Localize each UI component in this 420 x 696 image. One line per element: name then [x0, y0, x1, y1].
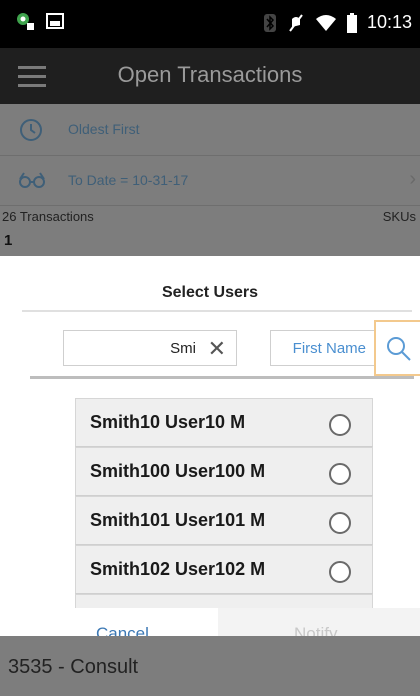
- clear-icon[interactable]: ✕: [208, 336, 226, 362]
- list-item[interactable]: Smith10 User10 M: [75, 398, 373, 447]
- app-notification-icon: [17, 13, 34, 30]
- radio-button[interactable]: [329, 414, 351, 436]
- radio-button[interactable]: [329, 512, 351, 534]
- clock-history-icon: [20, 119, 42, 141]
- sort-row[interactable]: Oldest First: [0, 104, 420, 156]
- chevron-right-icon: ›: [409, 168, 416, 190]
- search-input[interactable]: Smi ✕: [63, 330, 237, 366]
- sort-label: Oldest First: [68, 121, 140, 137]
- date-filter-label: To Date = 10-31-17: [68, 172, 189, 188]
- bluetooth-icon: [263, 13, 276, 32]
- transaction-count-row: 26 Transactions SKUs: [0, 206, 420, 228]
- status-bar: 10:13: [0, 0, 420, 48]
- list-item[interactable]: 1: [0, 228, 420, 256]
- battery-icon: [346, 12, 357, 33]
- date-filter-row[interactable]: To Date = 10-31-17 ›: [0, 156, 420, 206]
- user-name: Smith100 User100 M: [90, 461, 266, 481]
- skus-header: SKUs: [382, 209, 416, 224]
- divider: [30, 376, 414, 379]
- user-list[interactable]: Smith10 User10 M Smith100 User100 M Smit…: [75, 398, 373, 636]
- user-name: Smith102 User102 M: [90, 559, 266, 579]
- clock: 10:13: [366, 12, 412, 32]
- list-item[interactable]: Smith100 User100 M: [75, 447, 373, 496]
- app-bar: Open Transactions: [0, 48, 420, 104]
- list-item[interactable]: Smith101 User101 M: [75, 496, 373, 545]
- divider: [22, 310, 412, 312]
- mute-icon: [289, 13, 303, 32]
- list-item[interactable]: 3535 - Consult: [0, 636, 420, 696]
- image-icon: [46, 13, 64, 29]
- search-button[interactable]: [374, 320, 420, 376]
- select-users-dialog: Select Users Smi ✕ First Name Smith10 Us…: [0, 262, 420, 636]
- user-name: Smith101 User101 M: [90, 510, 266, 530]
- list-item-number: 1: [4, 232, 13, 249]
- search-icon: [387, 337, 411, 361]
- user-name: Smith10 User10 M: [90, 412, 246, 432]
- wifi-icon: [315, 14, 336, 31]
- search-field-label: First Name: [292, 340, 366, 357]
- radio-button[interactable]: [329, 463, 351, 485]
- glasses-icon: [19, 172, 45, 188]
- radio-button[interactable]: [329, 561, 351, 583]
- list-item-text: 3535 - Consult: [8, 656, 139, 678]
- dialog-title: Select Users: [161, 284, 259, 301]
- search-field-select[interactable]: First Name: [270, 330, 375, 366]
- page-title: Open Transactions: [117, 62, 303, 87]
- list-item[interactable]: Smith102 User102 M: [75, 545, 373, 594]
- transaction-count: 26 Transactions: [2, 209, 94, 224]
- search-input-value: Smi: [170, 340, 196, 357]
